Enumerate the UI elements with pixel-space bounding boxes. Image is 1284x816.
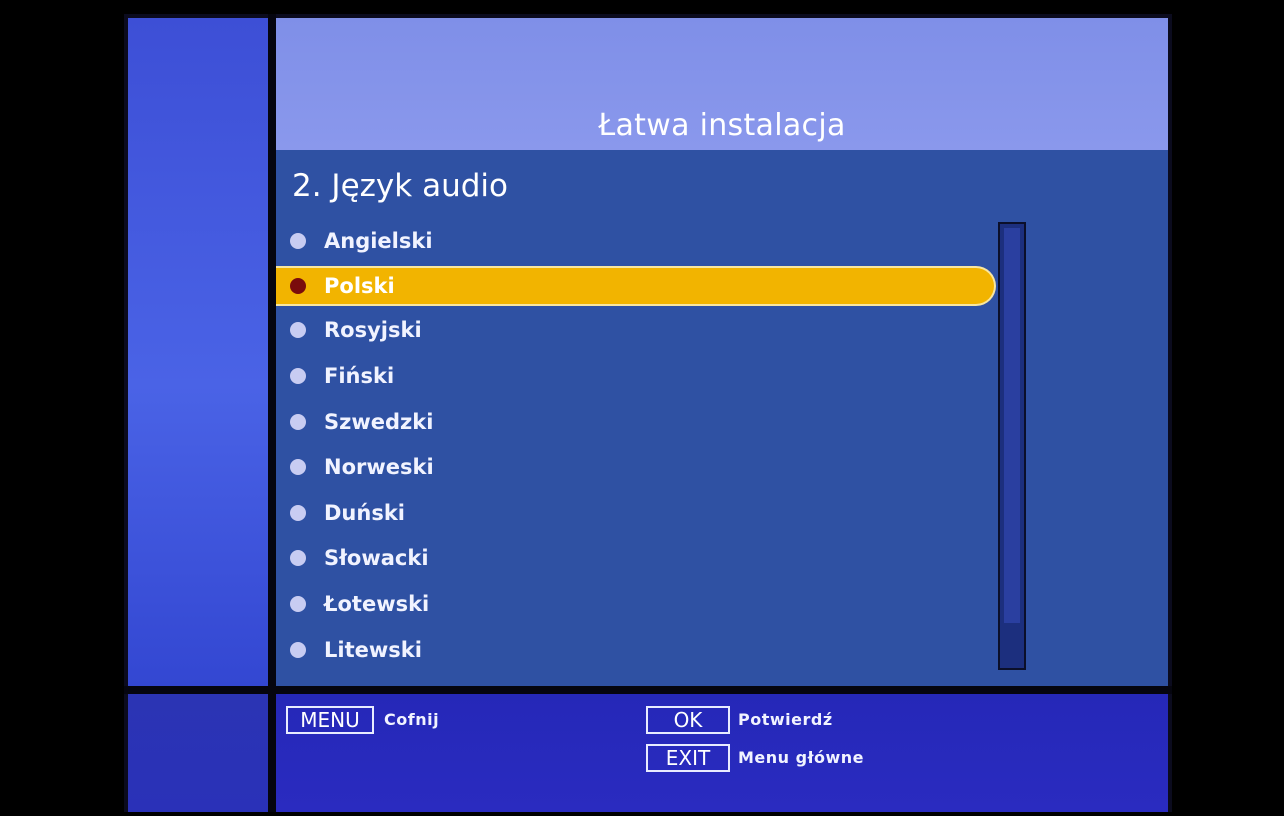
exit-key-button[interactable]: EXIT [646,744,730,772]
language-option[interactable]: Rosyjski [276,308,996,354]
menu-key-label: Cofnij [384,710,440,729]
menu-key-button[interactable]: MENU [286,706,374,734]
language-label: Łotewski [324,591,430,616]
language-label: Rosyjski [324,318,422,343]
language-list: Angielski Polski Rosyjski Fiński Szwedzk… [276,218,996,672]
language-label: Litewski [324,637,422,662]
language-option[interactable]: Szwedzki [276,399,996,445]
left-decor-panel [128,18,268,686]
language-label: Fiński [324,363,395,388]
language-option-selected[interactable]: Polski [276,265,996,306]
tv-screen: Łatwa instalacja 2. Język audio Angielsk… [0,0,1284,816]
radio-bullet-selected-icon [290,277,306,294]
language-label: Szwedzki [324,409,434,434]
radio-bullet-icon [290,504,306,521]
radio-bullet-icon [290,367,306,384]
language-label: Norweski [324,455,434,480]
radio-bullet-icon [290,459,306,476]
footer-help-bar: MENU Cofnij OK Potwierdź EXIT Menu główn… [276,694,1168,812]
language-option[interactable]: Duński [276,490,996,536]
language-option[interactable]: Litewski [276,627,996,673]
radio-bullet-icon [290,595,306,612]
ok-key-label: Potwierdź [738,710,833,729]
page-title: Łatwa instalacja [598,108,846,143]
language-option[interactable]: Fiński [276,353,996,399]
radio-bullet-icon [290,413,306,430]
radio-bullet-icon [290,232,306,249]
horizontal-divider [124,686,1172,694]
left-footer-panel [128,694,268,812]
scrollbar[interactable] [998,222,1026,670]
language-option[interactable]: Łotewski [276,581,996,627]
language-option[interactable]: Norweski [276,444,996,490]
header-banner: Łatwa instalacja [276,18,1168,150]
language-label: Angielski [324,228,433,253]
radio-bullet-icon [290,641,306,658]
content-panel: 2. Język audio Angielski Polski Rosyjski… [276,150,1168,686]
language-label: Słowacki [324,546,429,571]
section-title: 2. Język audio [292,168,508,204]
scrollbar-thumb[interactable] [1004,228,1020,623]
language-label: Polski [324,273,395,298]
radio-bullet-icon [290,550,306,567]
language-label: Duński [324,500,405,525]
language-option[interactable]: Angielski [276,218,996,264]
right-border [1172,0,1284,816]
ok-key-button[interactable]: OK [646,706,730,734]
radio-bullet-icon [290,322,306,339]
language-option[interactable]: Słowacki [276,536,996,582]
exit-key-label: Menu główne [738,748,865,767]
